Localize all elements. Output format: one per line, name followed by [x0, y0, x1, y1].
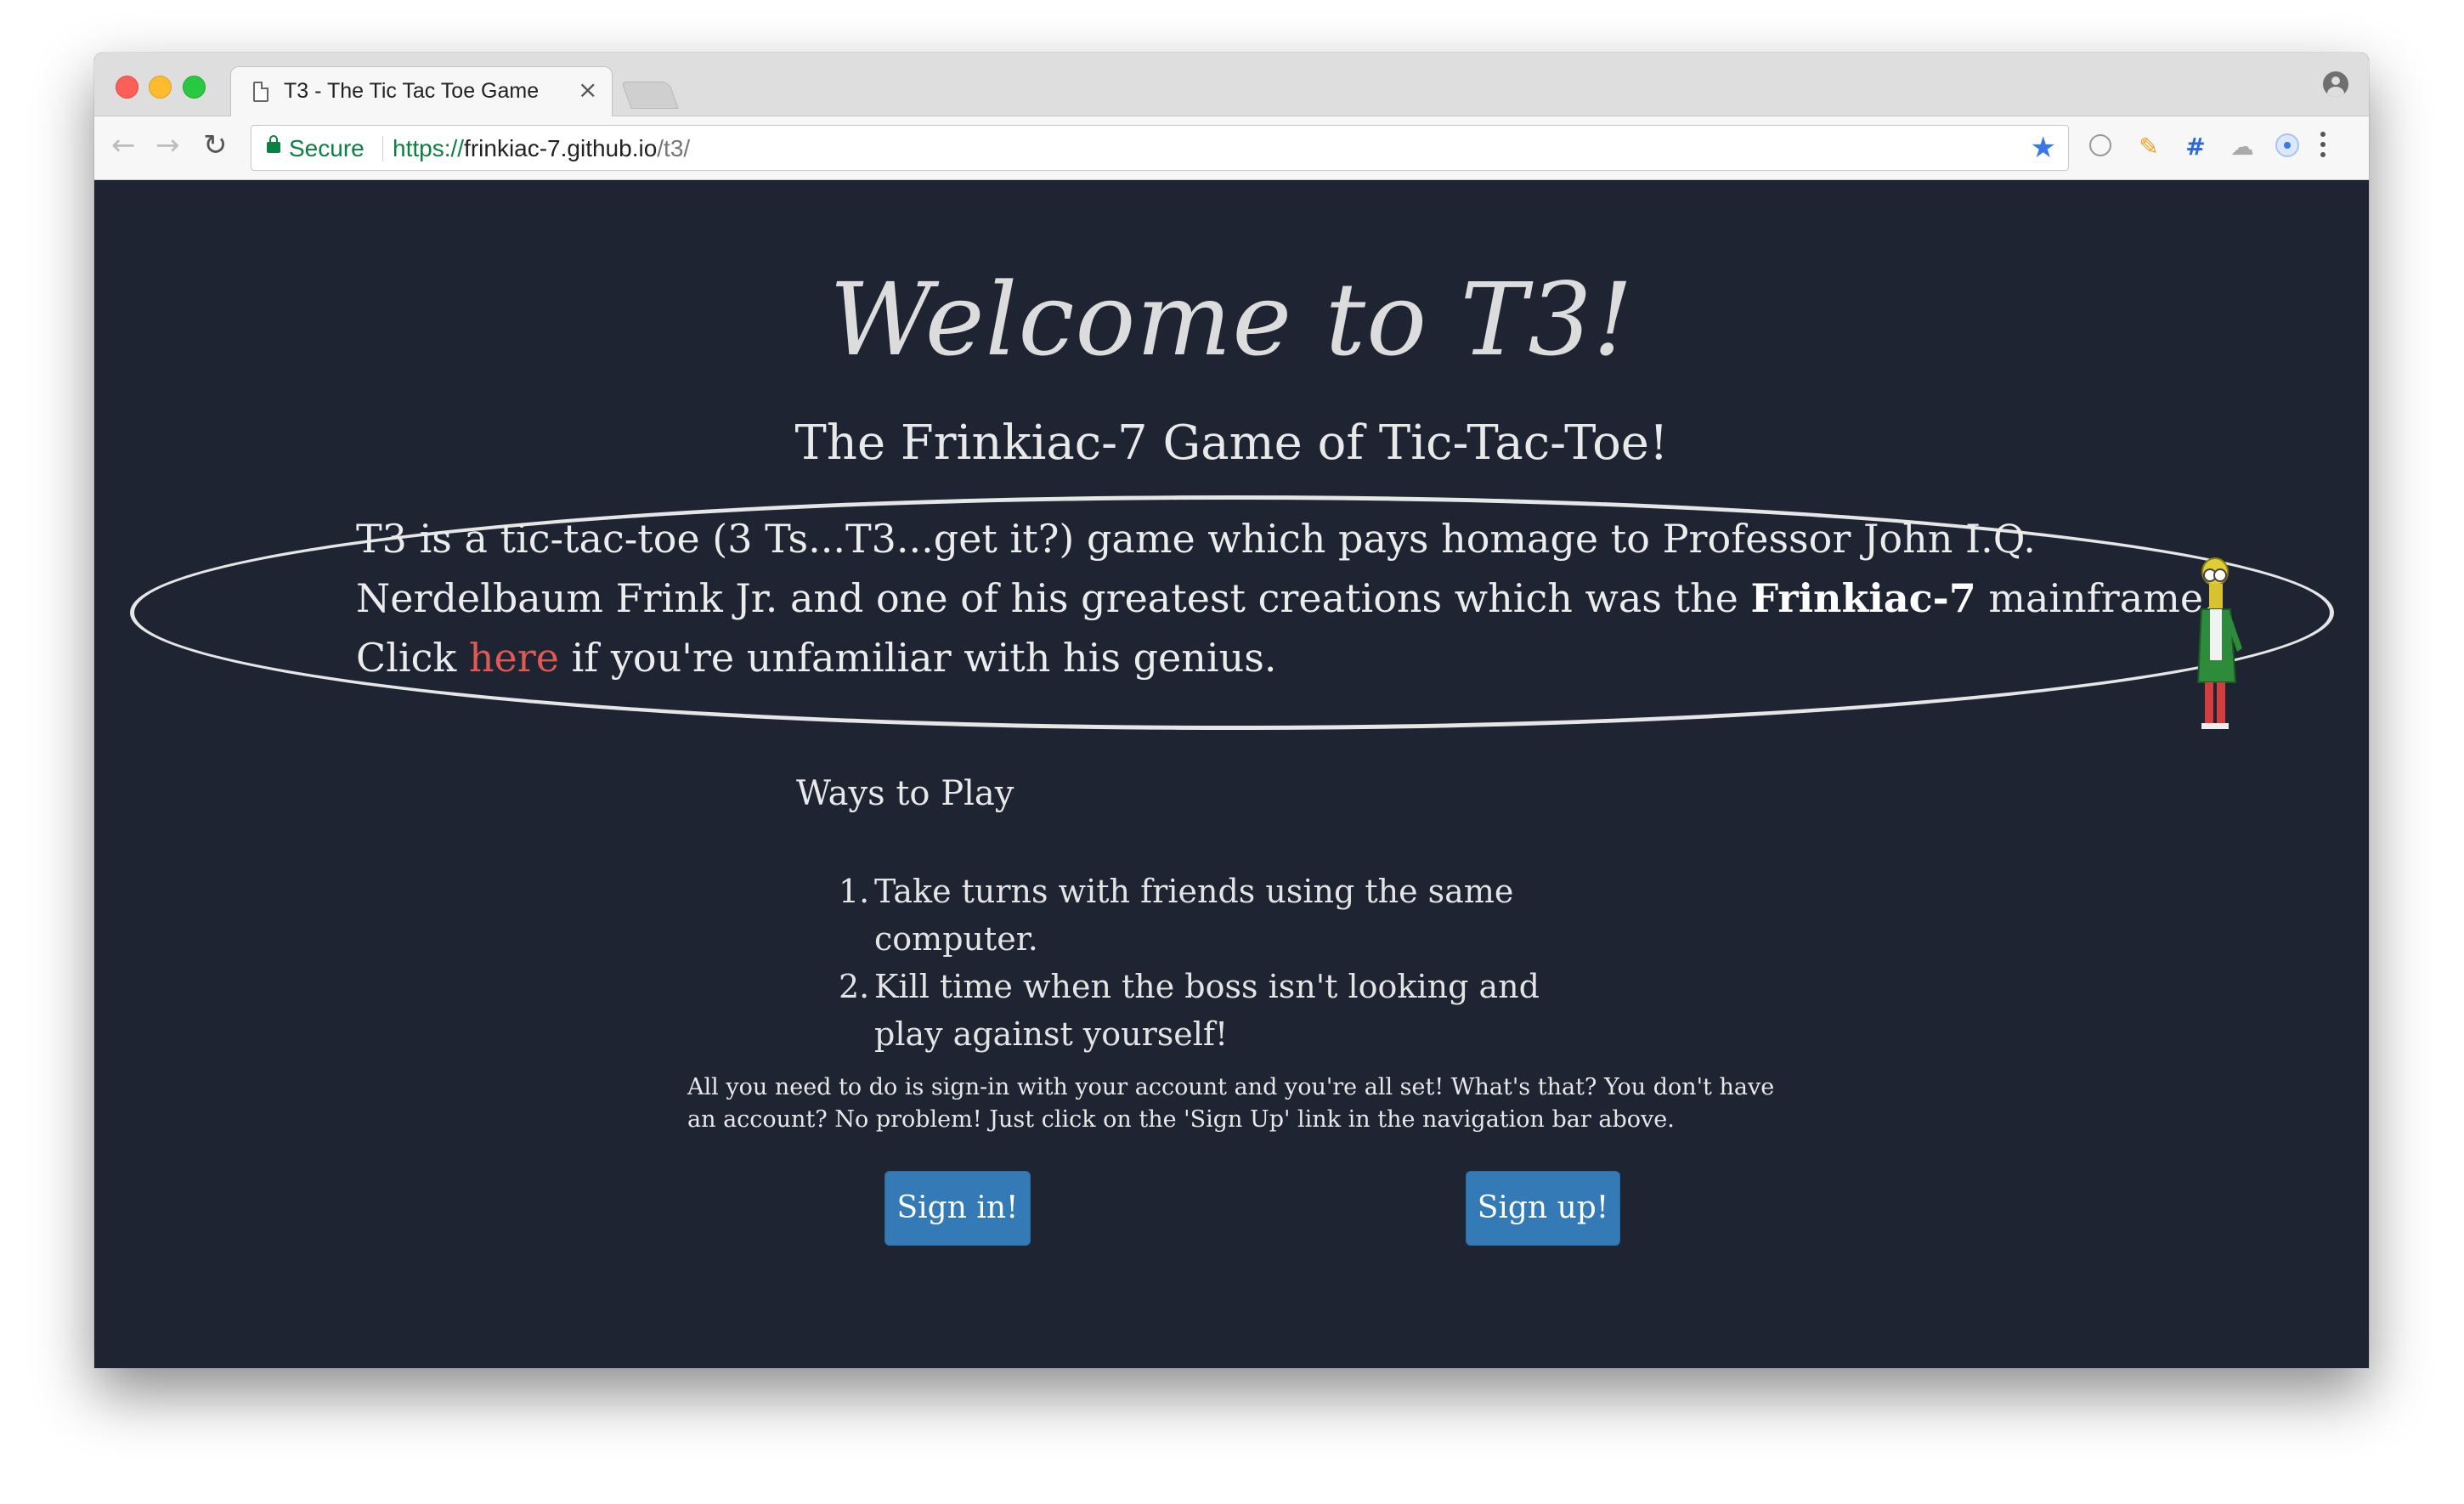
list-text: Take turns with friends using the same c…	[874, 873, 1514, 958]
page-title: Welcome to T3!	[829, 261, 1634, 378]
tab-title: T3 - The Tic Tac Toe Game	[284, 79, 540, 103]
extension-target-icon[interactable]	[2274, 132, 2304, 162]
here-link[interactable]: here	[469, 635, 559, 681]
list-number: 1.	[839, 873, 870, 910]
new-tab-button[interactable]	[621, 82, 679, 109]
list-number: 2.	[839, 968, 870, 1005]
tab-strip: T3 - The Tic Tac Toe Game ×	[94, 53, 2369, 117]
tab-close-icon[interactable]: ×	[578, 76, 597, 104]
extension-circle-icon[interactable]	[2087, 132, 2117, 162]
url-path: /t3/	[657, 135, 691, 161]
sign-in-button[interactable]: Sign in!	[884, 1171, 1031, 1246]
browser-toolbar: ← → ↻ Secure https://frinkiac-7.github.i…	[94, 116, 2369, 180]
browser-tab[interactable]: T3 - The Tic Tac Toe Game ×	[230, 66, 613, 117]
window-minimize-button[interactable]	[149, 76, 172, 99]
browser-window: T3 - The Tic Tac Toe Game × ← → ↻ Secure…	[94, 53, 2369, 1368]
page-subtitle: The Frinkiac-7 Game of Tic-Tac-Toe!	[794, 416, 1669, 471]
forward-icon[interactable]: →	[155, 128, 180, 162]
extension-pencil-icon[interactable]: ✎	[2133, 132, 2164, 162]
menu-dots-icon[interactable]	[2320, 132, 2327, 162]
window-close-button[interactable]	[116, 76, 138, 99]
intro-text: T3 is a tic-tac-toe (3 Ts...T3...get it?…	[356, 516, 2216, 681]
page-content: Welcome to T3! The Frinkiac-7 Game of Ti…	[94, 181, 2369, 1368]
reload-icon[interactable]: ↻	[203, 128, 228, 162]
url-text[interactable]: https://frinkiac-7.github.io/t3/	[393, 135, 690, 162]
professor-frink-image	[2196, 557, 2242, 729]
list-item: 1. Take turns with friends using the sam…	[839, 868, 1603, 963]
address-bar[interactable]: Secure https://frinkiac-7.github.io/t3/ …	[251, 125, 2069, 171]
url-host: frinkiac-7.github.io	[464, 135, 658, 161]
url-scheme: https://	[393, 135, 465, 161]
window-maximize-button[interactable]	[183, 76, 206, 99]
extension-cloud-icon[interactable]: ☁	[2227, 132, 2258, 162]
ways-to-play-heading: Ways to Play	[796, 774, 1014, 813]
sign-up-button[interactable]: Sign up!	[1466, 1171, 1620, 1246]
bookmark-star-icon[interactable]: ★	[2031, 131, 2056, 165]
address-separator	[382, 136, 383, 161]
back-icon[interactable]: ←	[111, 128, 136, 162]
page-icon	[253, 82, 268, 102]
lock-icon	[267, 135, 280, 153]
secure-label: Secure	[289, 135, 365, 161]
list-item: 2. Kill time when the boss isn't looking…	[839, 963, 1603, 1058]
signin-info-text: All you need to do is sign-in with your …	[687, 1074, 1775, 1133]
frinkiac-name: Frinkiac-7	[1750, 575, 1976, 621]
extension-crop-icon[interactable]: #	[2180, 132, 2211, 162]
ways-list: 1. Take turns with friends using the sam…	[839, 868, 1603, 1058]
list-text: Kill time when the boss isn't looking an…	[874, 968, 1540, 1053]
profile-icon[interactable]	[2323, 71, 2348, 97]
